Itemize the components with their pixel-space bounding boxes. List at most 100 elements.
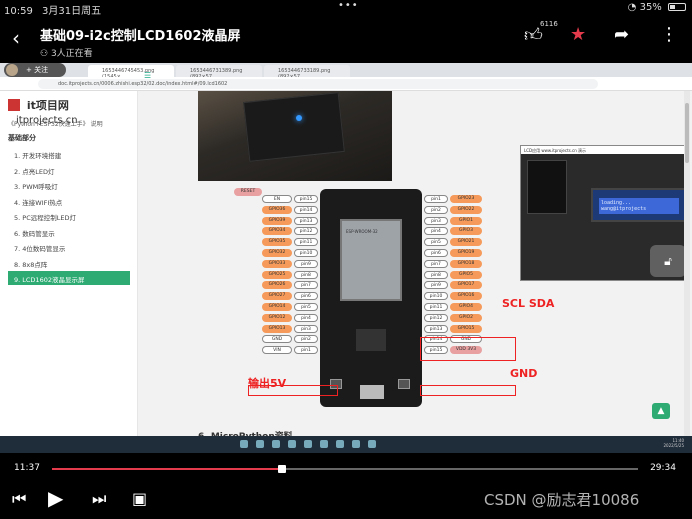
taskbar-app-icon[interactable] — [352, 440, 360, 448]
left-pin-label: pin5 — [294, 303, 318, 311]
start-icon[interactable] — [240, 440, 248, 448]
sidebar-nav-item[interactable]: 7. 4位数码管显示 — [12, 240, 134, 254]
current-time: 11:37 — [14, 463, 40, 473]
taskbar-clock-date: 2022/5/25 — [663, 443, 684, 448]
led-glow — [296, 115, 302, 121]
sidebar-nav-item[interactable]: 4. 连接WIFI热点 — [12, 194, 134, 208]
taskbar-app-icon[interactable] — [256, 440, 264, 448]
follow-label: + 关注 — [26, 66, 49, 74]
esp32-shield: ESP-WROOM-32 — [340, 219, 402, 301]
right-gpio-label: GPIO4 — [450, 303, 482, 311]
left-gpio-label: EN — [262, 195, 292, 203]
back-arrow-icon[interactable]: ‹ — [12, 26, 20, 50]
progress-handle[interactable] — [278, 465, 287, 473]
left-pin-label: pin10 — [294, 249, 318, 257]
left-pin-label: pin3 — [294, 324, 318, 333]
sidebar-nav-item[interactable]: 1. 开发环境搭建 — [12, 147, 134, 161]
usb-port — [360, 385, 384, 399]
right-pin-label: pin4 — [424, 227, 448, 236]
taskbar-app-icon[interactable] — [288, 440, 296, 448]
scroll-top-icon[interactable]: ▲ — [652, 403, 670, 419]
play-icon[interactable]: ▶ — [48, 486, 63, 510]
sidebar-nav-item[interactable]: 8. 8x8点阵 — [12, 256, 134, 270]
left-gpio-label: GPIO12 — [262, 313, 292, 322]
battery-percent: 35% — [639, 2, 662, 13]
csdn-watermark: CSDN @励志君10086 — [484, 491, 640, 509]
video-header: ‹ 基础09-i2c控制LCD1602液晶屏 ⚇ 3人正在看 6116 👍︎ ★… — [0, 18, 692, 62]
more-dots-icon[interactable]: ••• — [338, 0, 359, 11]
right-pin-label: pin10 — [424, 292, 448, 301]
share-icon[interactable]: ➦ — [614, 24, 629, 45]
left-gpio-label: GPIO33 — [262, 259, 292, 268]
browser-tab[interactable]: 1653446745453.png (1545×… — [88, 65, 174, 80]
more-vertical-icon[interactable]: ⋮ — [660, 24, 678, 45]
left-gpio-label: GND — [262, 335, 292, 344]
board-name: ESP-WROOM-32 — [346, 229, 378, 234]
browser-tab[interactable]: 1653446733189.png (892×57… — [264, 65, 350, 80]
left-gpio-label: GPIO34 — [262, 227, 292, 236]
output-5v-annotation: 输出5V — [248, 377, 287, 390]
lcd1602-module: loading... wang@itprojects — [591, 188, 687, 222]
url-field[interactable]: doc.itprojects.cn/0006.zhishi.esp32/02.d… — [38, 79, 598, 89]
sidebar-nav-item[interactable]: 6. 数码管显示 — [12, 225, 134, 239]
windows-taskbar: 11:40 2022/5/25 — [0, 436, 692, 453]
right-pin-label: pin3 — [424, 216, 448, 225]
left-pin-label: pin6 — [294, 292, 318, 301]
site-logo-text: it项目网 — [26, 99, 69, 112]
sidebar-nav-item[interactable]: 9. LCD1602液晶显示屏 — [8, 271, 130, 285]
previous-icon[interactable]: ⏮︎ — [12, 489, 26, 509]
left-gpio-label: GPIO26 — [262, 281, 292, 290]
menu-hamburger-icon[interactable]: ☰ — [144, 71, 151, 80]
right-pin-label: pin2 — [424, 205, 448, 214]
page-scrollbar[interactable] — [684, 91, 690, 453]
left-pin-label: pin9 — [294, 259, 318, 268]
scl-sda-annotation: SCL SDA — [502, 297, 555, 310]
taskbar-app-icon[interactable] — [272, 440, 280, 448]
lcd-demo-title: LCD应用 www.itprojects.cn 演示 — [521, 146, 689, 154]
taskbar-clock: 11:40 2022/5/25 — [663, 438, 684, 448]
status-time-date: 10:59 3月31日周五 — [4, 2, 101, 17]
left-gpio-label: GPIO36 — [262, 205, 292, 214]
left-gpio-label: GPIO14 — [262, 303, 292, 311]
browser-tabbar: + 关注 1653446745453.png (1545×… 165344673… — [0, 63, 692, 80]
favorite-star-icon[interactable]: ★ — [570, 24, 586, 45]
sidebar-nav-item[interactable]: 2. 点亮LED灯 — [12, 163, 134, 177]
left-pin-label: pin12 — [294, 227, 318, 236]
right-pin-label: pin11 — [424, 303, 448, 311]
usb-chip — [356, 329, 386, 351]
left-pin-label: pin13 — [294, 216, 318, 225]
next-icon[interactable]: ⏭︎ — [92, 489, 106, 509]
sidebar-nav-item[interactable]: 3. PWM呼吸灯 — [12, 178, 134, 192]
left-gpio-label: GPIO25 — [262, 270, 292, 279]
boot-button — [398, 379, 410, 389]
danmaku-icon[interactable]: ▣ — [132, 489, 147, 508]
taskbar-app-icon[interactable] — [304, 440, 312, 448]
browser-tab[interactable]: 1653446731389.png (892×57… — [176, 65, 262, 80]
screen-lock-icon[interactable]: 🔓︎ — [650, 245, 686, 277]
right-gpio-label: GPIO23 — [450, 195, 482, 203]
status-time: 10:59 — [4, 6, 33, 17]
left-pin-label: pin14 — [294, 205, 318, 214]
status-bar: 10:59 3月31日周五 ••• ◔ 35% — [0, 0, 692, 17]
status-date: 3月31日周五 — [42, 6, 102, 17]
taskbar-app-icon[interactable] — [368, 440, 376, 448]
gnd-highlight — [420, 385, 516, 396]
taskbar-app-icon[interactable] — [336, 440, 344, 448]
follow-button[interactable]: + 关注 — [4, 63, 66, 77]
esp32-board-image — [243, 92, 345, 162]
right-gpio-label: GPIO16 — [450, 292, 482, 301]
taskbar-app-icon[interactable] — [320, 440, 328, 448]
right-gpio-label: GPIO17 — [450, 281, 482, 290]
progress-bar[interactable] — [52, 465, 638, 473]
book-subtitle-link[interactable]: 《Python+ESP32快速上手》 说明 — [8, 119, 103, 128]
left-pin-label: pin15 — [294, 195, 318, 203]
status-right: ◔ 35% — [628, 2, 686, 13]
right-pin-label: pin7 — [424, 259, 448, 268]
like-icon[interactable]: 👍︎ — [524, 24, 543, 46]
right-gpio-label: GPIO3 — [450, 227, 482, 236]
left-gpio-label: VIN — [262, 346, 292, 355]
left-gpio-label: GPIO32 — [262, 249, 292, 257]
right-pin-label: pin8 — [424, 270, 448, 279]
lcd-screen: loading... wang@itprojects — [599, 198, 679, 214]
sidebar-nav-item[interactable]: 5. PC远程控制LED灯 — [12, 209, 134, 223]
